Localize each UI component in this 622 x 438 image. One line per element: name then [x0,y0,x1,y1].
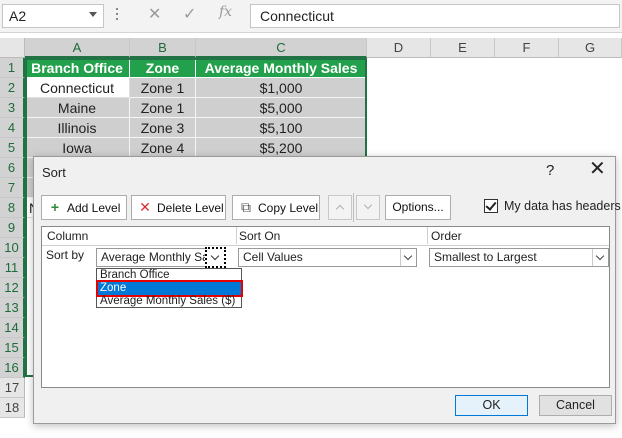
column-dropdown-list: Branch Office Zone Average Monthly Sales… [96,268,243,308]
ok-button[interactable]: OK [455,395,528,416]
row-header-17[interactable]: 17 [0,378,25,398]
dropdown-option-zone[interactable]: Zone [96,280,243,297]
chevron-down-icon[interactable] [400,249,416,266]
delete-x-icon: ✕ [139,199,151,215]
table-cell[interactable]: Illinois [25,118,130,138]
column-header-g[interactable]: G [559,38,622,58]
dropdown-option-branch-office[interactable]: Branch Office [98,269,241,282]
delete-level-button[interactable]: ✕ Delete Level [131,195,226,220]
dialog-title: Sort [42,165,66,180]
row-header-4[interactable]: 4 [0,118,25,138]
row-header-13[interactable]: 13 [0,298,25,318]
row-header-16[interactable]: 16 [0,358,25,378]
row-header-10[interactable]: 10 [0,238,25,258]
row-header-2[interactable]: 2 [0,78,25,98]
row-header-1[interactable]: 1 [0,58,25,78]
formula-bar-grip-icon [116,8,119,24]
delete-level-label: Delete Level [157,201,224,215]
column-header-e[interactable]: E [431,38,495,58]
header-cell-branch-office[interactable]: Branch Office [25,58,130,78]
order-select[interactable]: Smallest to Largest [429,248,609,267]
copy-level-label: Copy Level [258,201,319,215]
dropdown-option-average-monthly-sales[interactable]: Average Monthly Sales ($) [98,295,241,308]
options-button[interactable]: Options... [385,195,451,220]
my-data-has-headers-label: My data has headers [504,199,621,213]
column-header-f[interactable]: F [495,38,559,58]
select-all-corner[interactable] [0,38,25,58]
sort-on-header-label: Sort On [239,229,281,243]
copy-level-button[interactable]: ⧉ Copy Level [232,195,320,220]
help-icon[interactable]: ? [546,162,554,179]
row-header-11[interactable]: 11 [0,258,25,278]
column-header-b[interactable]: B [130,38,196,58]
move-up-button[interactable] [328,195,352,220]
insert-function-icon[interactable]: fx [219,4,232,20]
cancel-button[interactable]: Cancel [539,395,612,416]
sort-by-column-dropdown-button[interactable] [205,247,226,268]
table-cell[interactable]: Zone 3 [130,118,196,138]
row-header-15[interactable]: 15 [0,338,25,358]
sort-dialog: Sort ? ✕ + Add Level ✕ Delete Level ⧉ Copy … [33,156,621,424]
table-cell[interactable]: $5,100 [196,118,367,138]
name-box-value: A2 [9,8,27,24]
row-header-18[interactable]: 18 [0,398,25,418]
plus-icon: + [50,199,60,215]
table-cell[interactable]: Zone 1 [130,98,196,118]
header-underline [42,245,609,246]
table-cell[interactable]: Connecticut [25,78,130,98]
add-level-button[interactable]: + Add Level [41,195,127,220]
header-cell-average-monthly-sales[interactable]: Average Monthly Sales ($) [196,58,367,96]
close-icon[interactable]: ✕ [589,159,606,179]
cancel-entry-icon[interactable]: ✕ [148,4,161,24]
formula-input[interactable]: Connecticut [250,4,620,28]
column-header-label: Column [47,229,89,243]
my-data-has-headers-checkbox[interactable] [484,199,498,213]
chevron-down-icon [363,200,373,210]
chevron-up-icon [335,204,345,214]
add-level-label: Add Level [67,201,121,215]
header-divider [427,227,428,244]
header-divider [236,227,237,244]
row-header-7[interactable]: 7 [0,178,25,198]
row-header-8[interactable]: 8 [0,198,25,218]
sort-on-value: Cell Values [243,250,303,264]
order-value: Smallest to Largest [434,250,537,264]
formula-bar: A2 ✕ ✓ fx Connecticut [0,0,622,33]
header-cell-zone[interactable]: Zone [130,58,196,78]
toolbar-separator [353,193,354,222]
table-cell[interactable]: $5,000 [196,98,367,118]
table-cell[interactable]: Zone 1 [130,78,196,98]
table-cell[interactable]: $1,000 [196,78,367,98]
name-box[interactable]: A2 [2,4,104,28]
chevron-down-icon[interactable] [592,249,608,266]
row-header-6[interactable]: 6 [0,158,25,178]
row-header-9[interactable]: 9 [0,218,25,238]
name-box-dropdown-icon[interactable] [89,12,97,17]
column-header-d[interactable]: D [367,38,431,58]
order-header-label: Order [431,229,462,243]
row-header-5[interactable]: 5 [0,138,25,158]
column-header-c[interactable]: C [196,38,367,58]
sort-on-select[interactable]: Cell Values [238,248,417,267]
move-down-button[interactable] [356,195,380,220]
table-cell[interactable]: $5,200 [196,138,367,158]
column-header-a[interactable]: A [25,38,130,58]
sort-by-label: Sort by [46,248,85,262]
enter-entry-icon[interactable]: ✓ [183,4,196,24]
row-header-14[interactable]: 14 [0,318,25,338]
sort-levels-panel: Column Sort On Order Sort by Average Mon… [41,226,610,388]
copy-icon: ⧉ [241,199,251,215]
row-header-3[interactable]: 3 [0,98,25,118]
table-cell[interactable]: Maine [25,98,130,118]
table-cell[interactable]: Iowa [25,138,130,158]
row-header-12[interactable]: 12 [0,278,25,298]
table-cell[interactable]: Zone 4 [130,138,196,158]
